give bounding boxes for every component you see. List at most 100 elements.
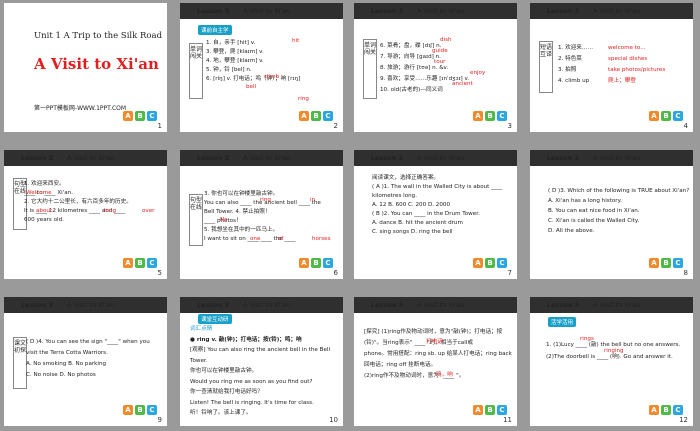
phrase-answers: welcome to... special dishes take photos… xyxy=(608,43,665,87)
answer: No xyxy=(220,217,228,223)
slide-number: 4 xyxy=(683,122,688,130)
sentence-line: 1. 欢迎来西安。 xyxy=(24,181,65,187)
lesson-label: Lesson 3 xyxy=(197,301,230,309)
abc-logo-icon: ABC xyxy=(123,405,157,415)
abc-logo-icon: ABC xyxy=(473,111,507,121)
side-tab: 句型在线 xyxy=(189,194,203,246)
slide-thumb-2[interactable]: Lesson 3 A Visit to Xi'an 课前自主学 单词闯关 1. 自… xyxy=(180,3,343,132)
question-line: A. Xi'an has a long history. xyxy=(548,198,622,204)
answer: long xyxy=(104,208,117,214)
question-line: ( B )2. You can ____ in the Drum Tower. xyxy=(372,211,480,217)
abc-logo-icon: ABC xyxy=(649,405,683,415)
slide-thumb-4[interactable]: Lesson 3A Visit to Xi'an 短语互译 1. 欢迎来…… 2… xyxy=(530,3,693,132)
question-line: visit the Terra Cotta Warriors. xyxy=(26,350,108,356)
answer: 爬上；攀登 xyxy=(608,78,636,84)
slide-thumb-9[interactable]: Lesson 3 A Visit to Xi'an 课文初探 ( D )4. Yo… xyxy=(4,297,167,426)
note-line: Would you ring me as soon as you find ou… xyxy=(190,378,313,385)
answer: ringing xyxy=(604,348,624,354)
lesson-label: Lesson 3 xyxy=(371,154,404,162)
note-line: 听！铃响了。该上课了。 xyxy=(190,410,252,416)
lesson-label: Lesson 3 xyxy=(197,154,230,162)
sentence-line: You can also ____ the ancient bell ____ … xyxy=(204,200,321,206)
answer: about xyxy=(36,208,53,214)
answer: 鸣，响 xyxy=(436,372,453,378)
slide-number: 2 xyxy=(333,122,338,130)
vocab-item: 1. 自，亲手 [hit] v. xyxy=(206,40,256,46)
vocab-item: 10. old(古老的)—同义词 xyxy=(380,87,443,93)
slide-thumb-3[interactable]: Lesson 3A Visit to Xi'an 单词闯关 6. 菜肴；盘，碟 … xyxy=(354,3,517,132)
answer-ring: ring xyxy=(298,96,309,102)
topic-label: A Visit to Xi'an xyxy=(67,154,115,162)
abc-logo-icon: ABC xyxy=(123,258,157,268)
answer-climb: climb xyxy=(264,74,280,80)
question-line: B. You can eat nice food in Xi'an. xyxy=(548,208,640,214)
sentence-list: 1. 欢迎来西安。 ____ to ____ Xi'an. 2. 它大约十二公里… xyxy=(24,180,164,225)
question-line: D. All the above. xyxy=(548,228,595,234)
slide-thumb-5[interactable]: Lesson 3A Visit to Xi'an 句型在线 1. 欢迎来西安。 … xyxy=(4,150,167,279)
answer: welcome to... xyxy=(608,45,646,51)
question-line: A. No smoking B. No parking xyxy=(26,361,107,367)
question-line: kilometres long. xyxy=(372,193,418,199)
abc-logo-icon: ABC xyxy=(299,258,333,268)
question-line: A. 12 B. 600 C. 200 D. 2000 xyxy=(372,202,451,208)
slide-number: 3 xyxy=(507,122,512,130)
slide-thumb-6[interactable]: Lesson 3 A Visit to Xi'an 句型在线 3. 你也可以在钟楼… xyxy=(180,150,343,279)
answer: dish xyxy=(440,37,452,43)
question-line: ( D )3. Which of the following is TRUE a… xyxy=(548,188,690,194)
vocab-item: 3. 攀登，爬 [klaɪm] v. xyxy=(206,49,264,55)
slide-number: 11 xyxy=(503,416,512,424)
topic-label: A Visit to Xi'an xyxy=(417,154,465,162)
lesson-label: Lesson 3 xyxy=(547,154,580,162)
note-line: 你一查清就给我打电话好吗？ xyxy=(190,389,263,395)
abc-logo-icon: ABC xyxy=(473,258,507,268)
question-line: A. dance B. hit the ancient drum xyxy=(372,220,463,226)
slide-number: 1 xyxy=(157,122,162,130)
lesson-label: Lesson 3 xyxy=(21,301,54,309)
answer: over xyxy=(142,208,155,214)
lesson-label: Lesson 3 xyxy=(371,301,404,309)
topic-label: A Visit to Xi'an xyxy=(243,154,291,162)
lesson-label: Lesson 3 xyxy=(547,7,580,15)
lesson-label: Lesson 3 xyxy=(547,301,580,309)
note-line: phone。常用搭配：ring sb. up 给某人打电话；ring back xyxy=(364,351,512,357)
note-line: [探究] (1)ring作及物动词时，意为"敲(钟)；打电话；按 xyxy=(364,329,503,335)
slide-number: 9 xyxy=(157,416,162,424)
slide-thumb-8[interactable]: Lesson 3 A Visit to Xi'an ( D )3. Which o… xyxy=(530,150,693,279)
slide-thumb-11[interactable]: Lesson 3 A Visit to Xi'an [探究] (1)ring作及物… xyxy=(354,297,517,426)
note-line: 回电话；ring off 挂断电话。 xyxy=(364,362,437,368)
sentence-line: 600 years old. xyxy=(24,217,64,223)
question-line: C. No noise D. No photos xyxy=(26,372,96,378)
question-line: ( A )1. The wall in the Walled City is a… xyxy=(372,184,503,190)
topic-label: A Visit to Xi'an xyxy=(67,301,115,309)
unit-title: Unit 1 A Trip to the Silk Road xyxy=(34,31,163,41)
note-line: 你也可以在钟楼里敲古钟。 xyxy=(190,368,258,374)
section-tag: 课前自主学 xyxy=(198,25,232,35)
answer: Welcome xyxy=(26,190,52,196)
topic-label: A Visit to Xi'an xyxy=(593,154,641,162)
slide-thumb-7[interactable]: Lesson 3 A Visit to Xi'an 阅读课文，选择正确答案。 ( … xyxy=(354,150,517,279)
slide-thumb-12[interactable]: Lesson 3A Visit to Xi'an 活学活用 1. (1)Lucy… xyxy=(530,297,693,426)
slide-number: 6 xyxy=(333,269,338,277)
lesson-label: Lesson 3 xyxy=(21,154,54,162)
side-tab: 课文初探 xyxy=(13,337,27,389)
abc-logo-icon: ABC xyxy=(473,405,507,415)
vocab-item: 4. 地，攀登 [klaɪm] v. xyxy=(206,58,264,64)
section-tag: 活学活用 xyxy=(548,317,577,327)
slide-number: 5 xyxy=(157,269,162,277)
slide-thumb-10[interactable]: Lesson 3 A Visit to Xi'an 课堂互动研 词汇点睛 ● ri… xyxy=(180,297,343,426)
question-line: 阅读课文，选择正确答案。 xyxy=(372,175,440,181)
answer: enjoy xyxy=(470,70,486,76)
answer-hit: hit xyxy=(292,38,300,44)
vocab-item: 9. 喜欢；享受……乐趣 [ɪnˈdʒɔɪ] v. xyxy=(380,76,470,82)
answer: rings xyxy=(580,336,594,342)
answer: in xyxy=(310,197,316,203)
side-tab: 单词闯关 xyxy=(363,39,377,99)
topic-label: A Visit to Xi'an xyxy=(417,7,465,15)
lesson-label: Lesson 3 xyxy=(197,7,230,15)
section-tag: 课堂互动研 xyxy=(198,314,232,324)
answer: ring xyxy=(260,197,271,203)
slide-thumb-1[interactable]: Unit 1 A Trip to the Silk Road A Visit t… xyxy=(4,3,167,132)
topic-label: A Visit to Xi'an xyxy=(417,301,465,309)
side-tab: 单词闯关 xyxy=(189,43,203,99)
side-tab: 短语互译 xyxy=(539,41,553,93)
